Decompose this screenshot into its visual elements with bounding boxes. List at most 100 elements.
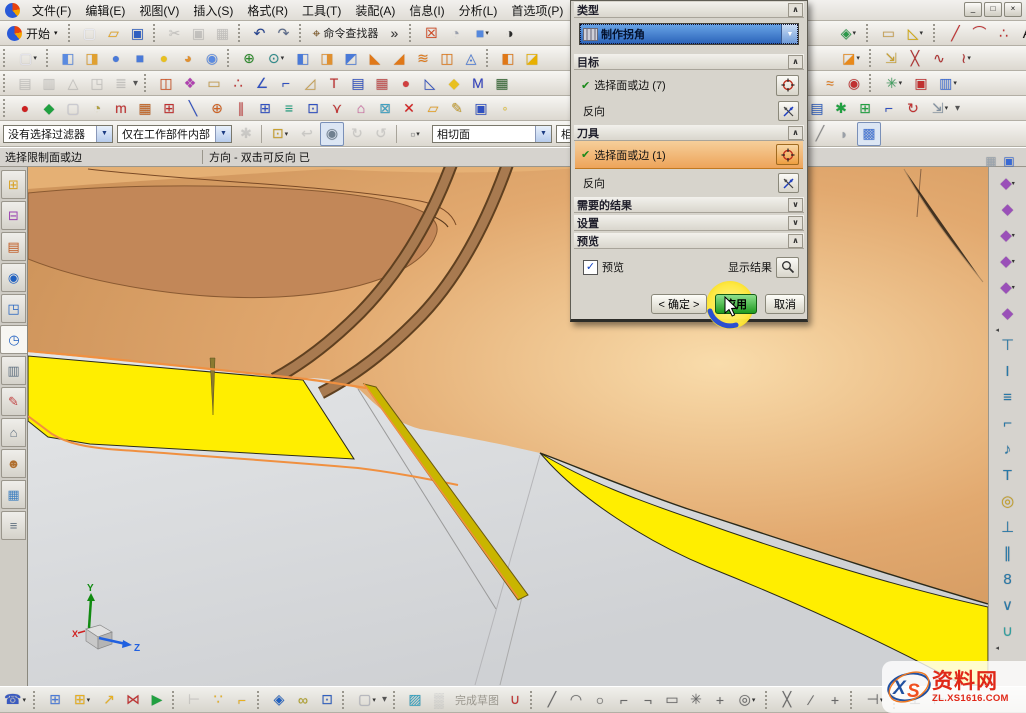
lock-box-icon[interactable]: ▤ <box>806 97 828 119</box>
hole-icon[interactable]: ◪ <box>521 47 543 69</box>
toolbar-grip[interactable] <box>227 49 234 67</box>
horizontal-dimension-icon[interactable]: ⌐ <box>275 72 297 94</box>
text-note-icon[interactable]: T <box>323 72 345 94</box>
bend-icon[interactable]: ◣ <box>364 47 386 69</box>
swept-surface-icon[interactable]: ≈ <box>819 72 841 94</box>
make-corner-icon[interactable]: + <box>824 689 846 711</box>
sketch-point-icon[interactable]: + <box>709 689 731 711</box>
measure-angle-icon[interactable]: ◺▾ <box>901 22 929 44</box>
cancel-button[interactable]: 取消 <box>765 294 805 314</box>
open-icon[interactable]: ▱ <box>103 22 125 44</box>
chevron-down-icon[interactable]: ▼ <box>96 126 112 142</box>
render-style-icon[interactable]: ◑ <box>498 22 520 44</box>
copy-face-sync-icon[interactable]: ◆▾ <box>994 222 1022 248</box>
target-select-row[interactable]: ✔ 选择面或边 (7) <box>575 73 803 97</box>
helix-icon[interactable]: ◉ <box>201 47 223 69</box>
assembly-cut-icon[interactable]: ⌐ <box>231 689 253 711</box>
mw-wheel-icon[interactable]: ◎ <box>994 488 1022 514</box>
expand-icon[interactable]: ∨ <box>788 198 803 212</box>
point-icon[interactable]: ∴ <box>992 22 1014 44</box>
line-icon[interactable]: ╱ <box>944 22 966 44</box>
toolbar-grip[interactable] <box>486 49 493 67</box>
new-file-icon[interactable]: ▢ <box>79 22 101 44</box>
reverse-direction-button[interactable] <box>778 101 799 121</box>
cylinder-icon[interactable]: ● <box>105 47 127 69</box>
toolbar-grip[interactable] <box>153 24 160 42</box>
snap-point-icon[interactable]: ⊡▾ <box>266 123 294 145</box>
brush-icon[interactable]: ✎ <box>446 97 468 119</box>
reverse-direction-button[interactable] <box>778 173 799 193</box>
menu-item-r[interactable]: 格式(R) <box>240 2 295 20</box>
toolbar-grip[interactable] <box>866 24 873 42</box>
toolbar-grip[interactable] <box>299 24 306 42</box>
select-tool-button[interactable] <box>776 144 799 165</box>
measure-distance-icon[interactable]: ▭ <box>877 22 899 44</box>
trim-body-icon[interactable]: ◫ <box>436 47 458 69</box>
gateway-icon[interactable]: ◈ <box>268 689 290 711</box>
mw-spring-icon[interactable]: 8 <box>994 566 1022 592</box>
offset-face-icon[interactable]: ◆▾ <box>994 274 1022 300</box>
face-rule-dropdown[interactable]: 相切面 ▼ <box>432 125 552 143</box>
section-header-tool[interactable]: 刀具 ∧ <box>574 125 804 141</box>
spreadsheet-icon[interactable]: ▦ <box>491 72 513 94</box>
visualization-tab[interactable]: ▦ <box>1 480 26 509</box>
sweep-icon[interactable]: ≋ <box>412 47 434 69</box>
toolbar-more-icon[interactable]: ▾ <box>382 694 390 705</box>
toolbar-grip[interactable] <box>3 74 10 92</box>
mw-ejector-icon[interactable]: T <box>994 462 1022 488</box>
mw-bolt-icon[interactable]: I <box>994 358 1022 384</box>
sketch-fillet-icon[interactable]: ⌐ <box>613 689 635 711</box>
split-body-icon[interactable]: ◬ <box>460 47 482 69</box>
resize-icon[interactable]: ⇲▾ <box>926 97 954 119</box>
u-curve-icon[interactable]: ∪ <box>504 689 526 711</box>
minimize-icon[interactable]: _ <box>964 2 982 17</box>
m-boots-icon[interactable]: m <box>110 97 132 119</box>
m-method-icon[interactable]: M <box>467 72 489 94</box>
layer-stack-icon[interactable]: ≡ <box>278 97 300 119</box>
crosshair-circle-icon[interactable]: ⊕ <box>206 97 228 119</box>
toolbar-more-icon[interactable]: ▾ <box>955 103 963 114</box>
sketch-rectangle-icon[interactable]: ▭ <box>661 689 683 711</box>
expand-icon[interactable]: ∨ <box>788 216 803 230</box>
selection-scope-dropdown[interactable]: 仅在工作部件内部 ▼ <box>117 125 232 143</box>
sketch-line-icon[interactable]: ╱ <box>541 689 563 711</box>
shaded-surface-icon[interactable]: ▣ <box>910 72 932 94</box>
menu-item-i[interactable]: 信息(I) <box>402 2 451 20</box>
save-icon[interactable]: ▣ <box>127 22 149 44</box>
display-part-icon[interactable]: ▢▾ <box>353 689 381 711</box>
box-pencil-icon[interactable]: ▣ <box>470 97 492 119</box>
mirror-assembly-icon[interactable]: ⋈ <box>122 689 144 711</box>
mw-pin-icon[interactable]: ⊤ <box>994 332 1022 358</box>
subtract-icon[interactable]: ◨ <box>316 47 338 69</box>
web-browser-tab[interactable]: ◳ <box>1 294 26 323</box>
mw-pool-icon[interactable]: ∪ <box>994 618 1022 644</box>
start-button[interactable]: 开始▾ <box>0 22 65 45</box>
command-finder-icon[interactable]: ⌖命令查找器 <box>310 22 382 44</box>
ok-button[interactable]: < 确定 > <box>651 294 707 314</box>
bracket-icon[interactable]: ⌐ <box>878 97 900 119</box>
project-curve-icon[interactable]: ⇲ <box>880 47 902 69</box>
annotation-icon[interactable]: ▤ <box>347 72 369 94</box>
toolbar-overflow-icon[interactable]: » <box>383 22 405 44</box>
pattern-gear-icon[interactable]: ✱ <box>830 97 852 119</box>
rotate-icon[interactable]: ↻ <box>902 97 924 119</box>
menu-item-f[interactable]: 文件(F) <box>25 2 78 20</box>
process-studio-tab[interactable]: ✎ <box>1 387 26 416</box>
history-tab[interactable]: ◷ <box>0 325 27 354</box>
toolbar-grip[interactable] <box>933 24 940 42</box>
arc-icon[interactable]: ⌒ <box>968 22 990 44</box>
datum-plane-icon[interactable]: ◧ <box>57 47 79 69</box>
toolbar-grip[interactable] <box>850 691 857 709</box>
collapse-icon[interactable]: ∧ <box>788 126 803 140</box>
delete-face-icon[interactable]: ◆ <box>994 196 1022 222</box>
clip-section-icon[interactable]: ◔ <box>444 22 466 44</box>
section-header-results[interactable]: 需要的结果 ∨ <box>574 197 804 213</box>
boss-icon[interactable]: ⊕ <box>238 47 260 69</box>
studio-spline-icon[interactable]: ✳ <box>685 689 707 711</box>
chevron-down-icon[interactable]: ▼ <box>215 126 231 142</box>
mesh-surface-icon[interactable]: ◉ <box>843 72 865 94</box>
angle-dimension-icon[interactable]: ∠ <box>251 72 273 94</box>
red-sphere-icon[interactable]: ● <box>14 97 36 119</box>
section-header-target[interactable]: 目标 ∧ <box>574 54 804 70</box>
mw-gate-icon[interactable]: ♪ <box>994 436 1022 462</box>
